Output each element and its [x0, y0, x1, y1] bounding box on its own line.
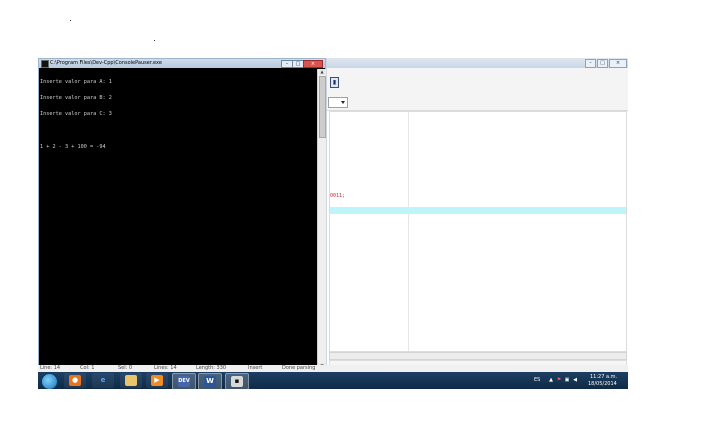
- ide-bottom-panel[interactable]: [329, 352, 627, 360]
- ide-maximize-button[interactable]: □: [597, 59, 608, 68]
- console-scrollbar[interactable]: ▲ ▼: [317, 69, 326, 369]
- taskbar-media-player[interactable]: ▶: [146, 373, 168, 388]
- taskbar-explorer[interactable]: [120, 373, 142, 388]
- console-output: Inserte valor para A: 1 Inserte valor pa…: [40, 69, 316, 369]
- editor-margin-line: [408, 112, 409, 351]
- console-icon: [41, 60, 49, 68]
- project-icon[interactable]: ▮: [330, 77, 339, 88]
- console-window: C:\Program Files\Dev-Cpp\ConsolePauser.e…: [38, 58, 326, 370]
- tray-expand-icon[interactable]: ▲: [548, 377, 554, 383]
- dev-cpp-icon: DEV: [178, 376, 190, 387]
- ide-toolbar: ▮: [327, 68, 628, 111]
- status-length: Length: 330: [196, 365, 227, 371]
- network-icon[interactable]: ▣: [564, 377, 570, 383]
- status-col: Col: 1: [80, 365, 95, 371]
- chevron-down-icon: [341, 101, 345, 104]
- console-title-bar[interactable]: C:\Program Files\Dev-Cpp\ConsolePauser.e…: [39, 59, 325, 68]
- taskbar: ● e ▶ DEV W ▪ ES ▲ ⚑ ▣ ◀ 11:27 a.m. 18/0…: [38, 372, 628, 389]
- firefox-icon: ●: [69, 375, 81, 386]
- ide-close-button[interactable]: ×: [609, 59, 627, 68]
- ide-minimize-button[interactable]: –: [585, 59, 596, 68]
- taskbar-internet-explorer[interactable]: e: [92, 373, 114, 388]
- volume-icon[interactable]: ◀: [572, 377, 578, 383]
- current-line-highlight: [330, 207, 626, 214]
- status-lines: Lines: 14: [154, 365, 177, 371]
- status-state: Done parsing: [282, 365, 316, 371]
- clock-time[interactable]: 11:27 a.m.: [590, 374, 617, 380]
- taskbar-console[interactable]: ▪: [225, 373, 249, 389]
- console-icon: ▪: [231, 376, 243, 387]
- taskbar-dev-cpp[interactable]: DEV: [172, 373, 196, 389]
- media-player-icon: ▶: [151, 375, 163, 386]
- word-icon: W: [204, 376, 216, 387]
- ide-status-bar: Line: 14 Col: 1 Sel: 0 Lines: 14 Length:…: [38, 365, 628, 372]
- toolbar-dropdown[interactable]: [328, 97, 348, 108]
- scroll-thumb[interactable]: [319, 76, 326, 138]
- console-line: 1 + 2 - 3 + 100 = -94: [40, 143, 106, 150]
- status-sel: Sel: 0: [118, 365, 133, 371]
- taskbar-word[interactable]: W: [198, 373, 222, 389]
- ide-title-bar[interactable]: – □ ×: [327, 58, 628, 68]
- code-editor[interactable]: 0011;: [329, 111, 627, 352]
- close-button[interactable]: ×: [303, 60, 323, 68]
- code-fragment: 0011;: [330, 193, 346, 199]
- status-mode: Insert: [248, 365, 263, 371]
- start-button[interactable]: [41, 373, 58, 389]
- console-line: Inserte valor para A: 1: [40, 78, 112, 85]
- console-title: C:\Program Files\Dev-Cpp\ConsolePauser.e…: [50, 60, 162, 66]
- console-line: Inserte valor para C: 3: [40, 111, 112, 118]
- system-tray: ES ▲ ⚑ ▣ ◀ 11:27 a.m. 18/05/2014: [528, 372, 628, 389]
- taskbar-firefox[interactable]: ●: [64, 373, 86, 388]
- status-line: Line: 14: [40, 365, 61, 371]
- desktop-screen: – □ × ▮ 0011; C:\Program Files\Dev-Cpp\C…: [38, 58, 628, 389]
- scroll-up-icon[interactable]: ▲: [319, 69, 325, 75]
- flag-icon[interactable]: ⚑: [556, 377, 562, 383]
- ie-icon: e: [100, 376, 106, 384]
- folder-icon: [125, 375, 137, 386]
- clock-date[interactable]: 18/05/2014: [588, 381, 617, 387]
- console-line: Inserte valor para B: 2: [40, 95, 112, 102]
- language-indicator[interactable]: ES: [534, 377, 540, 383]
- dev-cpp-window: – □ × ▮ 0011;: [326, 58, 628, 370]
